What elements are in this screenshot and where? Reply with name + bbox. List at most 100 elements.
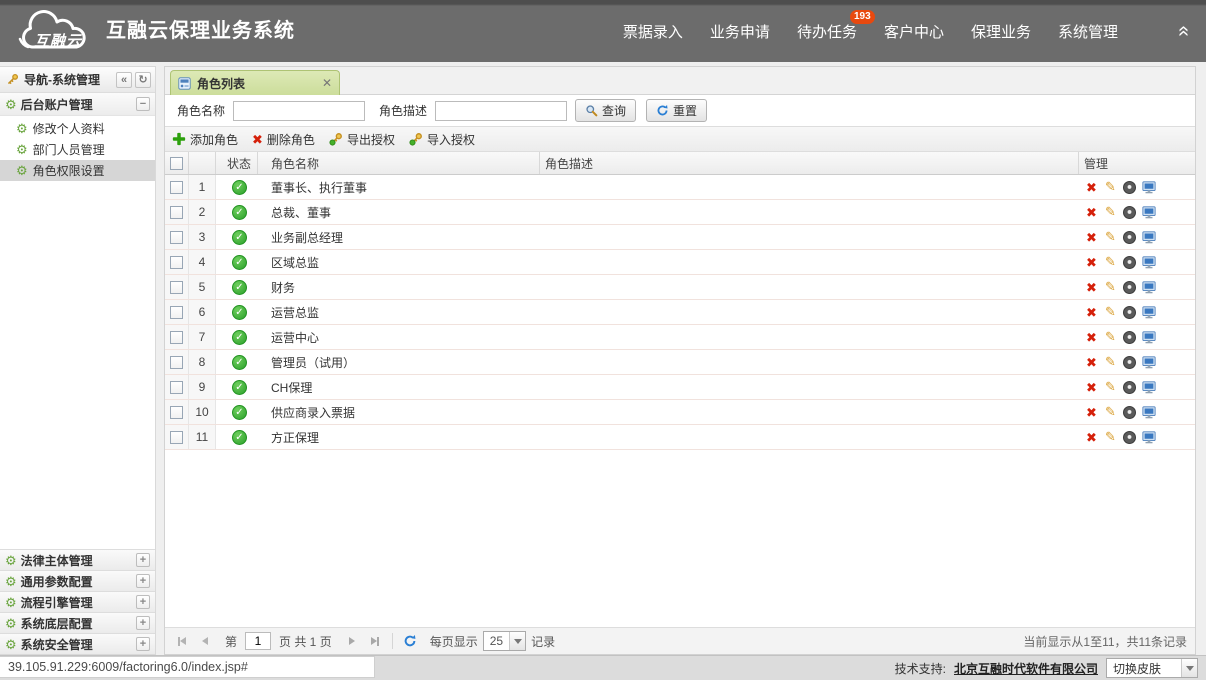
monitor-icon[interactable] [1141,330,1156,345]
row-checkbox[interactable] [170,206,183,219]
row-checkbox[interactable] [170,281,183,294]
edit-icon[interactable] [1103,205,1118,220]
expand-group-button[interactable] [136,574,150,588]
edit-icon[interactable] [1103,230,1118,245]
delete-icon[interactable] [1086,406,1097,419]
nav-item-factoring[interactable]: 保理业务 [971,21,1031,42]
nav-item-bill-entry[interactable]: 票据录入 [623,21,683,42]
query-button[interactable]: 查询 [575,99,636,122]
delete-icon[interactable] [1086,331,1097,344]
delete-icon[interactable] [1086,281,1097,294]
nav-item-todo-tasks[interactable]: 待办任务 193 [797,21,857,42]
sidebar-item-role-permissions[interactable]: 角色权限设置 [0,160,155,181]
nav-item-business-apply[interactable]: 业务申请 [710,21,770,42]
delete-icon[interactable] [1086,256,1097,269]
row-checkbox[interactable] [170,231,183,244]
permission-disc-icon[interactable] [1123,431,1136,444]
monitor-icon[interactable] [1141,405,1156,420]
edit-icon[interactable] [1103,405,1118,420]
delete-role-button[interactable]: 删除角色 [252,131,315,148]
permission-disc-icon[interactable] [1123,256,1136,269]
monitor-icon[interactable] [1141,355,1156,370]
table-row[interactable]: 9 CH保理 [165,375,1195,400]
permission-disc-icon[interactable] [1123,231,1136,244]
page-number-input[interactable] [245,632,271,650]
sidebar-item-department-staff[interactable]: 部门人员管理 [0,139,155,160]
sidebar-refresh-button[interactable] [135,72,151,88]
role-name-column-header[interactable]: 角色名称 [258,152,540,174]
permission-disc-icon[interactable] [1123,306,1136,319]
row-checkbox[interactable] [170,306,183,319]
row-checkbox[interactable] [170,256,183,269]
company-link[interactable]: 北京互融时代软件有限公司 [954,660,1098,677]
tab-role-list[interactable]: 角色列表 [170,70,340,95]
edit-icon[interactable] [1103,280,1118,295]
refresh-grid-button[interactable] [401,632,419,650]
status-column-header[interactable]: 状态 [216,152,258,174]
row-checkbox[interactable] [170,181,183,194]
collapse-header-icon[interactable] [1174,21,1194,41]
expand-group-button[interactable] [136,595,150,609]
last-page-button[interactable] [366,632,384,650]
prev-page-button[interactable] [196,632,214,650]
sidebar-group-account-admin[interactable]: 后台账户管理 [0,93,155,116]
edit-icon[interactable] [1103,430,1118,445]
expand-group-button[interactable] [136,553,150,567]
export-auth-button[interactable]: 导出授权 [329,131,395,148]
sidebar-group-workflow-engine[interactable]: 流程引擎管理 [0,591,155,612]
row-checkbox[interactable] [170,381,183,394]
delete-icon[interactable] [1086,231,1097,244]
table-row[interactable]: 1 董事长、执行董事 [165,175,1195,200]
sidebar-group-system-base-config[interactable]: 系统底层配置 [0,612,155,633]
delete-icon[interactable] [1086,181,1097,194]
sidebar-group-system-security[interactable]: 系统安全管理 [0,633,155,654]
permission-disc-icon[interactable] [1123,356,1136,369]
first-page-button[interactable] [173,632,191,650]
sidebar-item-edit-profile[interactable]: 修改个人资料 [0,118,155,139]
row-checkbox[interactable] [170,356,183,369]
delete-icon[interactable] [1086,306,1097,319]
collapse-group-button[interactable] [136,97,150,111]
table-row[interactable]: 8 管理员（试用） [165,350,1195,375]
monitor-icon[interactable] [1141,280,1156,295]
delete-icon[interactable] [1086,381,1097,394]
permission-disc-icon[interactable] [1123,206,1136,219]
table-row[interactable]: 7 运营中心 [165,325,1195,350]
permission-disc-icon[interactable] [1123,181,1136,194]
role-name-input[interactable] [233,101,365,121]
nav-item-system-admin[interactable]: 系统管理 [1058,21,1118,42]
page-size-select[interactable]: 25 [483,631,526,651]
sidebar-group-general-params[interactable]: 通用参数配置 [0,570,155,591]
delete-icon[interactable] [1086,431,1097,444]
edit-icon[interactable] [1103,330,1118,345]
role-desc-input[interactable] [435,101,567,121]
table-row[interactable]: 5 财务 [165,275,1195,300]
close-tab-icon[interactable] [322,76,332,90]
sidebar-group-legal-entity[interactable]: 法律主体管理 [0,549,155,570]
next-page-button[interactable] [343,632,361,650]
table-row[interactable]: 11 方正保理 [165,425,1195,450]
permission-disc-icon[interactable] [1123,281,1136,294]
edit-icon[interactable] [1103,380,1118,395]
monitor-icon[interactable] [1141,205,1156,220]
monitor-icon[interactable] [1141,230,1156,245]
table-row[interactable]: 3 业务副总经理 [165,225,1195,250]
table-row[interactable]: 6 运营总监 [165,300,1195,325]
table-row[interactable]: 2 总裁、董事 [165,200,1195,225]
role-desc-column-header[interactable]: 角色描述 [540,152,1079,174]
edit-icon[interactable] [1103,255,1118,270]
table-row[interactable]: 10 供应商录入票据 [165,400,1195,425]
edit-icon[interactable] [1103,305,1118,320]
edit-icon[interactable] [1103,180,1118,195]
nav-item-customer-center[interactable]: 客户中心 [884,21,944,42]
row-checkbox[interactable] [170,406,183,419]
monitor-icon[interactable] [1141,180,1156,195]
edit-icon[interactable] [1103,355,1118,370]
monitor-icon[interactable] [1141,255,1156,270]
permission-disc-icon[interactable] [1123,381,1136,394]
monitor-icon[interactable] [1141,305,1156,320]
delete-icon[interactable] [1086,206,1097,219]
table-row[interactable]: 4 区域总监 [165,250,1195,275]
import-auth-button[interactable]: 导入授权 [409,131,475,148]
select-all-checkbox[interactable] [170,157,183,170]
